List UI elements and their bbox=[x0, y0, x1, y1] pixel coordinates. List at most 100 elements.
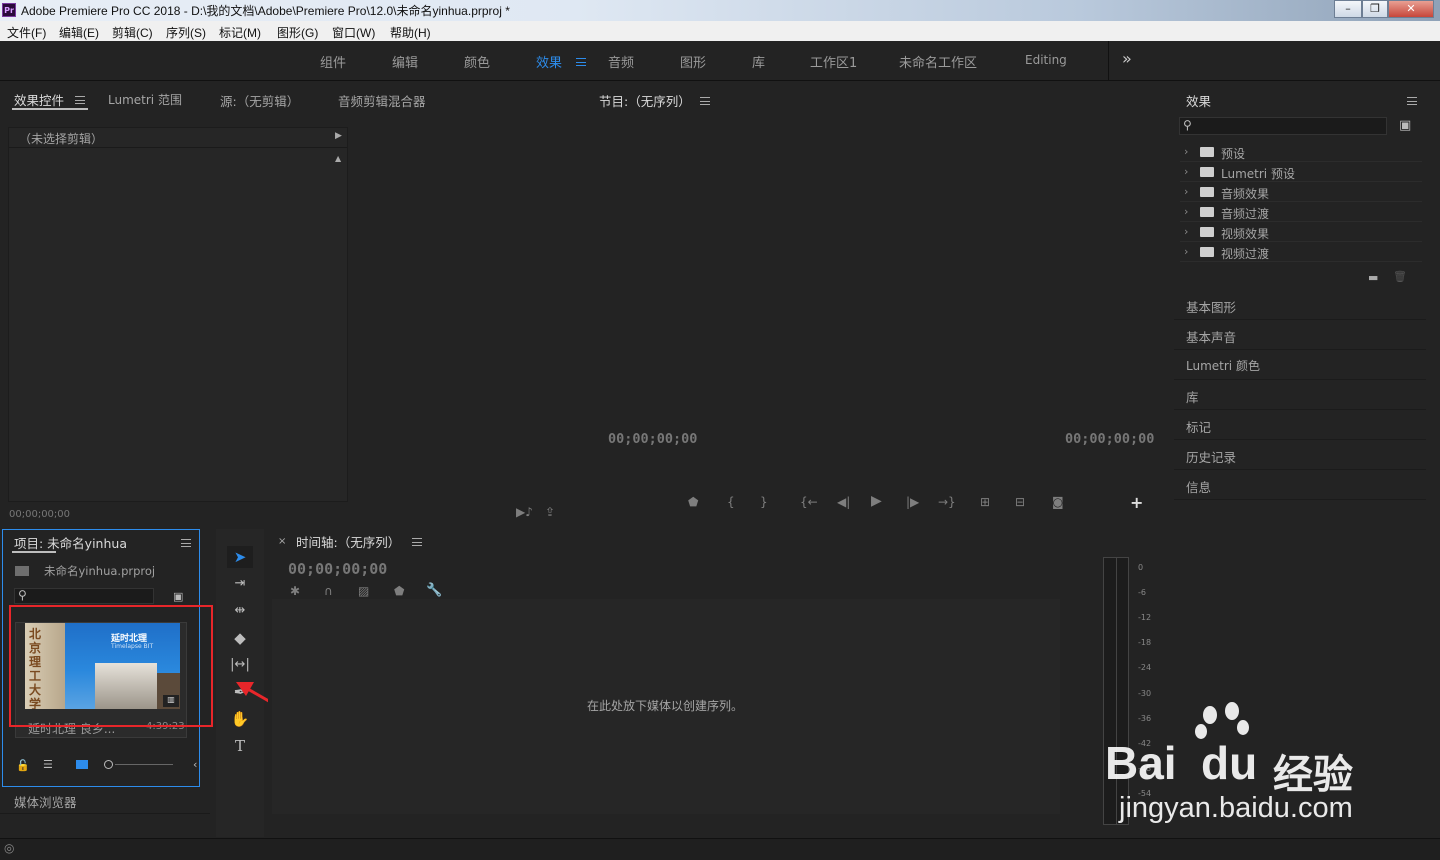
menu-marker[interactable]: 标记(M) bbox=[219, 24, 261, 41]
button-editor-plus-icon[interactable]: + bbox=[1130, 493, 1143, 512]
find-icon[interactable]: ▣ bbox=[173, 590, 183, 603]
workspace-1[interactable]: 工作区1 bbox=[810, 52, 857, 71]
extract-icon[interactable]: ⊟ bbox=[1015, 495, 1025, 509]
panel-menu-icon[interactable] bbox=[75, 96, 85, 104]
razor-tool-icon[interactable]: ◆ bbox=[227, 627, 253, 649]
panel-info[interactable]: 信息 bbox=[1174, 470, 1426, 500]
zoom-slider-handle[interactable] bbox=[104, 760, 113, 769]
panel-menu-icon[interactable] bbox=[1407, 97, 1417, 105]
snap-icon[interactable]: ∩ bbox=[324, 584, 333, 598]
filter-audio-icon[interactable]: ▶♪ bbox=[516, 505, 533, 519]
workspace-libraries[interactable]: 库 bbox=[752, 52, 765, 71]
tab-timeline[interactable]: 时间轴:（无序列） bbox=[296, 532, 400, 551]
ripple-edit-tool-icon[interactable]: ⇹ bbox=[227, 600, 253, 622]
tab-lumetri-scopes[interactable]: Lumetri 范围 bbox=[108, 91, 182, 108]
mark-out-icon[interactable]: } bbox=[760, 495, 768, 509]
selection-tool-icon[interactable]: ➤ bbox=[227, 546, 253, 568]
track-select-tool-icon[interactable]: ⇥ bbox=[227, 573, 253, 595]
effect-controls-timecode: 00;00;00;00 bbox=[9, 509, 71, 520]
effects-folder-lumetri-presets[interactable]: › Lumetri 预设 bbox=[1180, 163, 1422, 182]
play-triangle-icon[interactable]: ▶ bbox=[335, 131, 342, 141]
icon-view-icon[interactable] bbox=[76, 760, 88, 769]
effects-folder-audio-effects[interactable]: › 音频效果 bbox=[1180, 183, 1422, 202]
export-icon[interactable]: ⇪ bbox=[545, 505, 555, 519]
panel-libraries[interactable]: 库 bbox=[1174, 380, 1426, 410]
tab-source[interactable]: 源:（无剪辑） bbox=[220, 91, 299, 110]
active-tab-underline bbox=[12, 108, 88, 110]
effects-folder-video-transitions[interactable]: › 视频过渡 bbox=[1180, 243, 1422, 262]
menu-clip[interactable]: 剪辑(C) bbox=[112, 24, 153, 41]
panel-essential-graphics[interactable]: 基本图形 bbox=[1174, 290, 1426, 320]
watermark-logo: Bai du 经验 bbox=[1105, 702, 1425, 798]
go-to-out-icon[interactable]: →} bbox=[938, 495, 956, 509]
panel-menu-icon[interactable] bbox=[700, 97, 710, 105]
list-view-icon[interactable]: ☰ bbox=[43, 758, 53, 771]
tab-program[interactable]: 节目:（无序列） bbox=[599, 91, 691, 110]
lift-icon[interactable]: ⊞ bbox=[980, 495, 990, 509]
meter-tick: -12 bbox=[1138, 613, 1152, 622]
workspace-audio[interactable]: 音频 bbox=[608, 52, 634, 71]
workspace-editing-cn[interactable]: 编辑 bbox=[392, 52, 418, 71]
effects-search-input[interactable]: ⚲ bbox=[1179, 117, 1387, 135]
new-bin-folder-icon[interactable]: ▬ bbox=[1368, 271, 1378, 284]
premiere-app-icon: Pr bbox=[2, 3, 16, 17]
add-marker-icon[interactable]: ⬟ bbox=[688, 495, 698, 509]
menu-file[interactable]: 文件(F) bbox=[7, 24, 46, 41]
mark-in-icon[interactable]: { bbox=[727, 495, 735, 509]
step-back-icon[interactable]: ◀| bbox=[837, 495, 850, 509]
lock-icon[interactable]: 🔓 bbox=[16, 759, 30, 772]
highlight-box bbox=[9, 605, 213, 727]
wrench-settings-icon[interactable]: 🔧 bbox=[426, 583, 442, 598]
panel-menu-icon[interactable] bbox=[412, 538, 422, 546]
more-workspaces-icon[interactable]: » bbox=[1122, 49, 1132, 68]
workspace-menu-icon[interactable] bbox=[576, 58, 586, 66]
workspace-assembly[interactable]: 组件 bbox=[320, 52, 346, 71]
effects-folder-audio-transitions[interactable]: › 音频过渡 bbox=[1180, 203, 1422, 222]
timeline-drop-area[interactable]: 在此处放下媒体以创建序列。 bbox=[272, 599, 1060, 814]
panel-menu-icon[interactable] bbox=[181, 539, 191, 547]
no-clip-label: （未选择剪辑） bbox=[19, 132, 104, 146]
linked-selection-icon[interactable]: ▨ bbox=[358, 584, 369, 598]
panel-history[interactable]: 历史记录 bbox=[1174, 440, 1426, 470]
chevron-left-icon[interactable]: ‹ bbox=[193, 758, 197, 771]
scroll-up-icon[interactable]: ▲ bbox=[335, 154, 341, 163]
workspace-editing[interactable]: Editing bbox=[1025, 53, 1067, 67]
tab-audio-clip-mixer[interactable]: 音频剪辑混合器 bbox=[338, 91, 426, 110]
panel-markers[interactable]: 标记 bbox=[1174, 410, 1426, 440]
new-custom-bin-icon[interactable]: ▣ bbox=[1399, 118, 1411, 133]
menu-window[interactable]: 窗口(W) bbox=[332, 24, 375, 41]
maximize-button[interactable]: ❐ bbox=[1362, 0, 1388, 18]
add-marker-icon[interactable]: ⬟ bbox=[394, 584, 404, 598]
panel-essential-sound[interactable]: 基本声音 bbox=[1174, 320, 1426, 350]
step-forward-icon[interactable]: |▶ bbox=[906, 495, 919, 509]
workspace-untitled[interactable]: 未命名工作区 bbox=[899, 52, 977, 71]
program-timecode-current[interactable]: 00;00;00;00 bbox=[608, 431, 697, 447]
timeline-timecode[interactable]: 00;00;00;00 bbox=[288, 560, 387, 578]
effects-folder-video-effects[interactable]: › 视频效果 bbox=[1180, 223, 1422, 242]
menu-edit[interactable]: 编辑(E) bbox=[59, 24, 99, 41]
media-browser-tab[interactable]: 媒体浏览器 bbox=[0, 790, 210, 814]
effects-folder-presets[interactable]: › 预设 bbox=[1180, 143, 1422, 162]
workspace-color[interactable]: 颜色 bbox=[464, 52, 490, 71]
close-window-button[interactable]: ✕ bbox=[1388, 0, 1434, 18]
nest-sequence-icon[interactable]: ✱ bbox=[290, 584, 300, 598]
watermark-brand: Bai bbox=[1105, 737, 1177, 789]
panel-lumetri-color[interactable]: Lumetri 颜色 bbox=[1174, 350, 1426, 380]
tab-effect-controls[interactable]: 效果控件 bbox=[14, 90, 64, 109]
play-icon[interactable]: ▶ bbox=[871, 493, 882, 509]
type-tool-icon[interactable]: T bbox=[227, 735, 253, 757]
menu-help[interactable]: 帮助(H) bbox=[390, 24, 431, 41]
menu-sequence[interactable]: 序列(S) bbox=[166, 24, 206, 41]
minimize-button[interactable]: – bbox=[1334, 0, 1362, 18]
close-tab-icon[interactable]: × bbox=[278, 536, 286, 547]
zoom-slider-track[interactable] bbox=[115, 764, 173, 765]
go-to-in-icon[interactable]: {← bbox=[800, 495, 818, 509]
menu-graphics[interactable]: 图形(G) bbox=[277, 24, 318, 41]
export-frame-icon[interactable]: ◙ bbox=[1052, 495, 1064, 509]
project-panel-title[interactable]: 项目: 未命名yinhua bbox=[14, 533, 127, 552]
delete-trash-icon[interactable]: 🗑 bbox=[1393, 270, 1407, 283]
workspace-effects[interactable]: 效果 bbox=[536, 52, 562, 71]
workspace-graphics[interactable]: 图形 bbox=[680, 52, 706, 71]
project-panel: 项目: 未命名yinhua 未命名yinhua.prproj ⚲ ▣ 北京理工大… bbox=[2, 529, 213, 787]
project-search-input[interactable]: ⚲ bbox=[14, 588, 154, 604]
